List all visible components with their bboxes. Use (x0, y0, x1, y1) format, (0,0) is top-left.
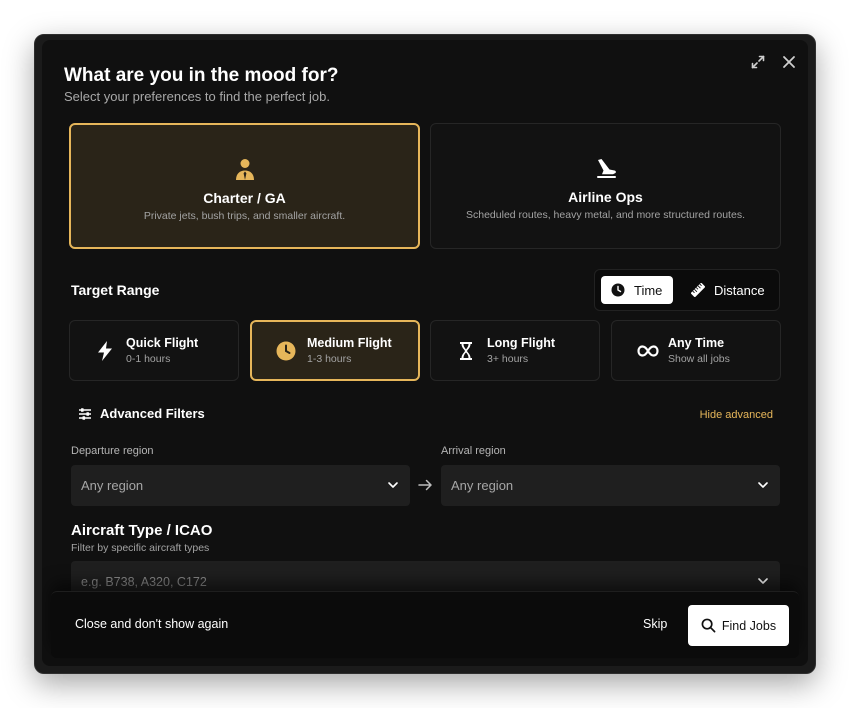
mode-title: Airline Ops (568, 189, 643, 205)
search-icon (701, 618, 716, 633)
close-dont-show-button[interactable]: Close and don't show again (75, 617, 228, 631)
departure-region-label: Departure region (71, 445, 154, 457)
chevron-down-icon (388, 482, 398, 488)
hide-advanced-link[interactable]: Hide advanced (700, 409, 773, 421)
aircraft-type-placeholder: e.g. B738, A320, C172 (81, 574, 207, 589)
range-card-quick[interactable]: Quick Flight 0-1 hours (69, 320, 239, 381)
airplane-icon (596, 159, 616, 178)
target-range-title: Target Range (71, 282, 160, 298)
toggle-distance-button[interactable]: Distance (679, 276, 775, 304)
clock-icon (276, 341, 296, 361)
hourglass-icon (460, 342, 472, 360)
range-subtitle: 3+ hours (487, 353, 529, 365)
range-title: Quick Flight (126, 336, 199, 350)
clock-icon (611, 283, 625, 297)
modal-subtitle: Select your preferences to find the perf… (64, 89, 330, 104)
range-subtitle: Show all jobs (668, 353, 730, 365)
job-preferences-modal: What are you in the mood for? Select you… (42, 40, 808, 666)
skip-button[interactable]: Skip (643, 617, 667, 631)
toggle-time-label: Time (634, 282, 663, 298)
toggle-distance-label: Distance (714, 282, 765, 298)
mode-card-charter[interactable]: Charter / GA Private jets, bush trips, a… (69, 123, 420, 249)
aircraft-type-title: Aircraft Type / ICAO (71, 522, 213, 539)
infinity-icon (637, 345, 659, 357)
range-card-medium[interactable]: Medium Flight 1-3 hours (250, 320, 420, 381)
sliders-icon (79, 407, 91, 420)
range-unit-toggle: Time Distance (594, 269, 780, 311)
chevron-down-icon (758, 482, 768, 488)
departure-region-value: Any region (81, 478, 144, 493)
toggle-time-button[interactable]: Time (601, 276, 673, 304)
range-card-long[interactable]: Long Flight 3+ hours (430, 320, 600, 381)
mode-description: Private jets, bush trips, and smaller ai… (143, 210, 346, 222)
mode-description: Scheduled routes, heavy metal, and more … (466, 209, 745, 221)
expand-icon[interactable] (748, 52, 768, 72)
range-subtitle: 1-3 hours (307, 353, 352, 365)
arrow-right-icon (418, 479, 432, 491)
range-title: Medium Flight (307, 336, 392, 350)
range-subtitle: 0-1 hours (126, 353, 171, 365)
advanced-filters-header: Advanced Filters (78, 406, 205, 421)
modal-footer: Close and don't show again Skip Find Job… (51, 591, 799, 658)
range-card-any[interactable]: Any Time Show all jobs (611, 320, 781, 381)
find-jobs-button[interactable]: Find Jobs (688, 605, 789, 646)
arrival-region-select[interactable]: Any region (441, 465, 780, 506)
arrival-region-label: Arrival region (441, 445, 506, 457)
mode-title: Charter / GA (203, 190, 286, 206)
lightning-icon (98, 341, 112, 361)
range-title: Long Flight (487, 336, 556, 350)
pilot-icon (235, 159, 254, 180)
departure-region-select[interactable]: Any region (71, 465, 410, 506)
range-title: Any Time (668, 336, 725, 350)
mode-card-airline[interactable]: Airline Ops Scheduled routes, heavy meta… (430, 123, 781, 249)
modal-title: What are you in the mood for? (64, 65, 339, 86)
chevron-down-icon (758, 578, 768, 584)
close-icon[interactable] (779, 52, 799, 72)
find-jobs-label: Find Jobs (721, 618, 777, 633)
arrival-region-value: Any region (451, 478, 514, 493)
advanced-filters-title: Advanced Filters (100, 406, 205, 421)
aircraft-type-subtitle: Filter by specific aircraft types (71, 542, 210, 554)
ruler-icon (691, 283, 705, 297)
